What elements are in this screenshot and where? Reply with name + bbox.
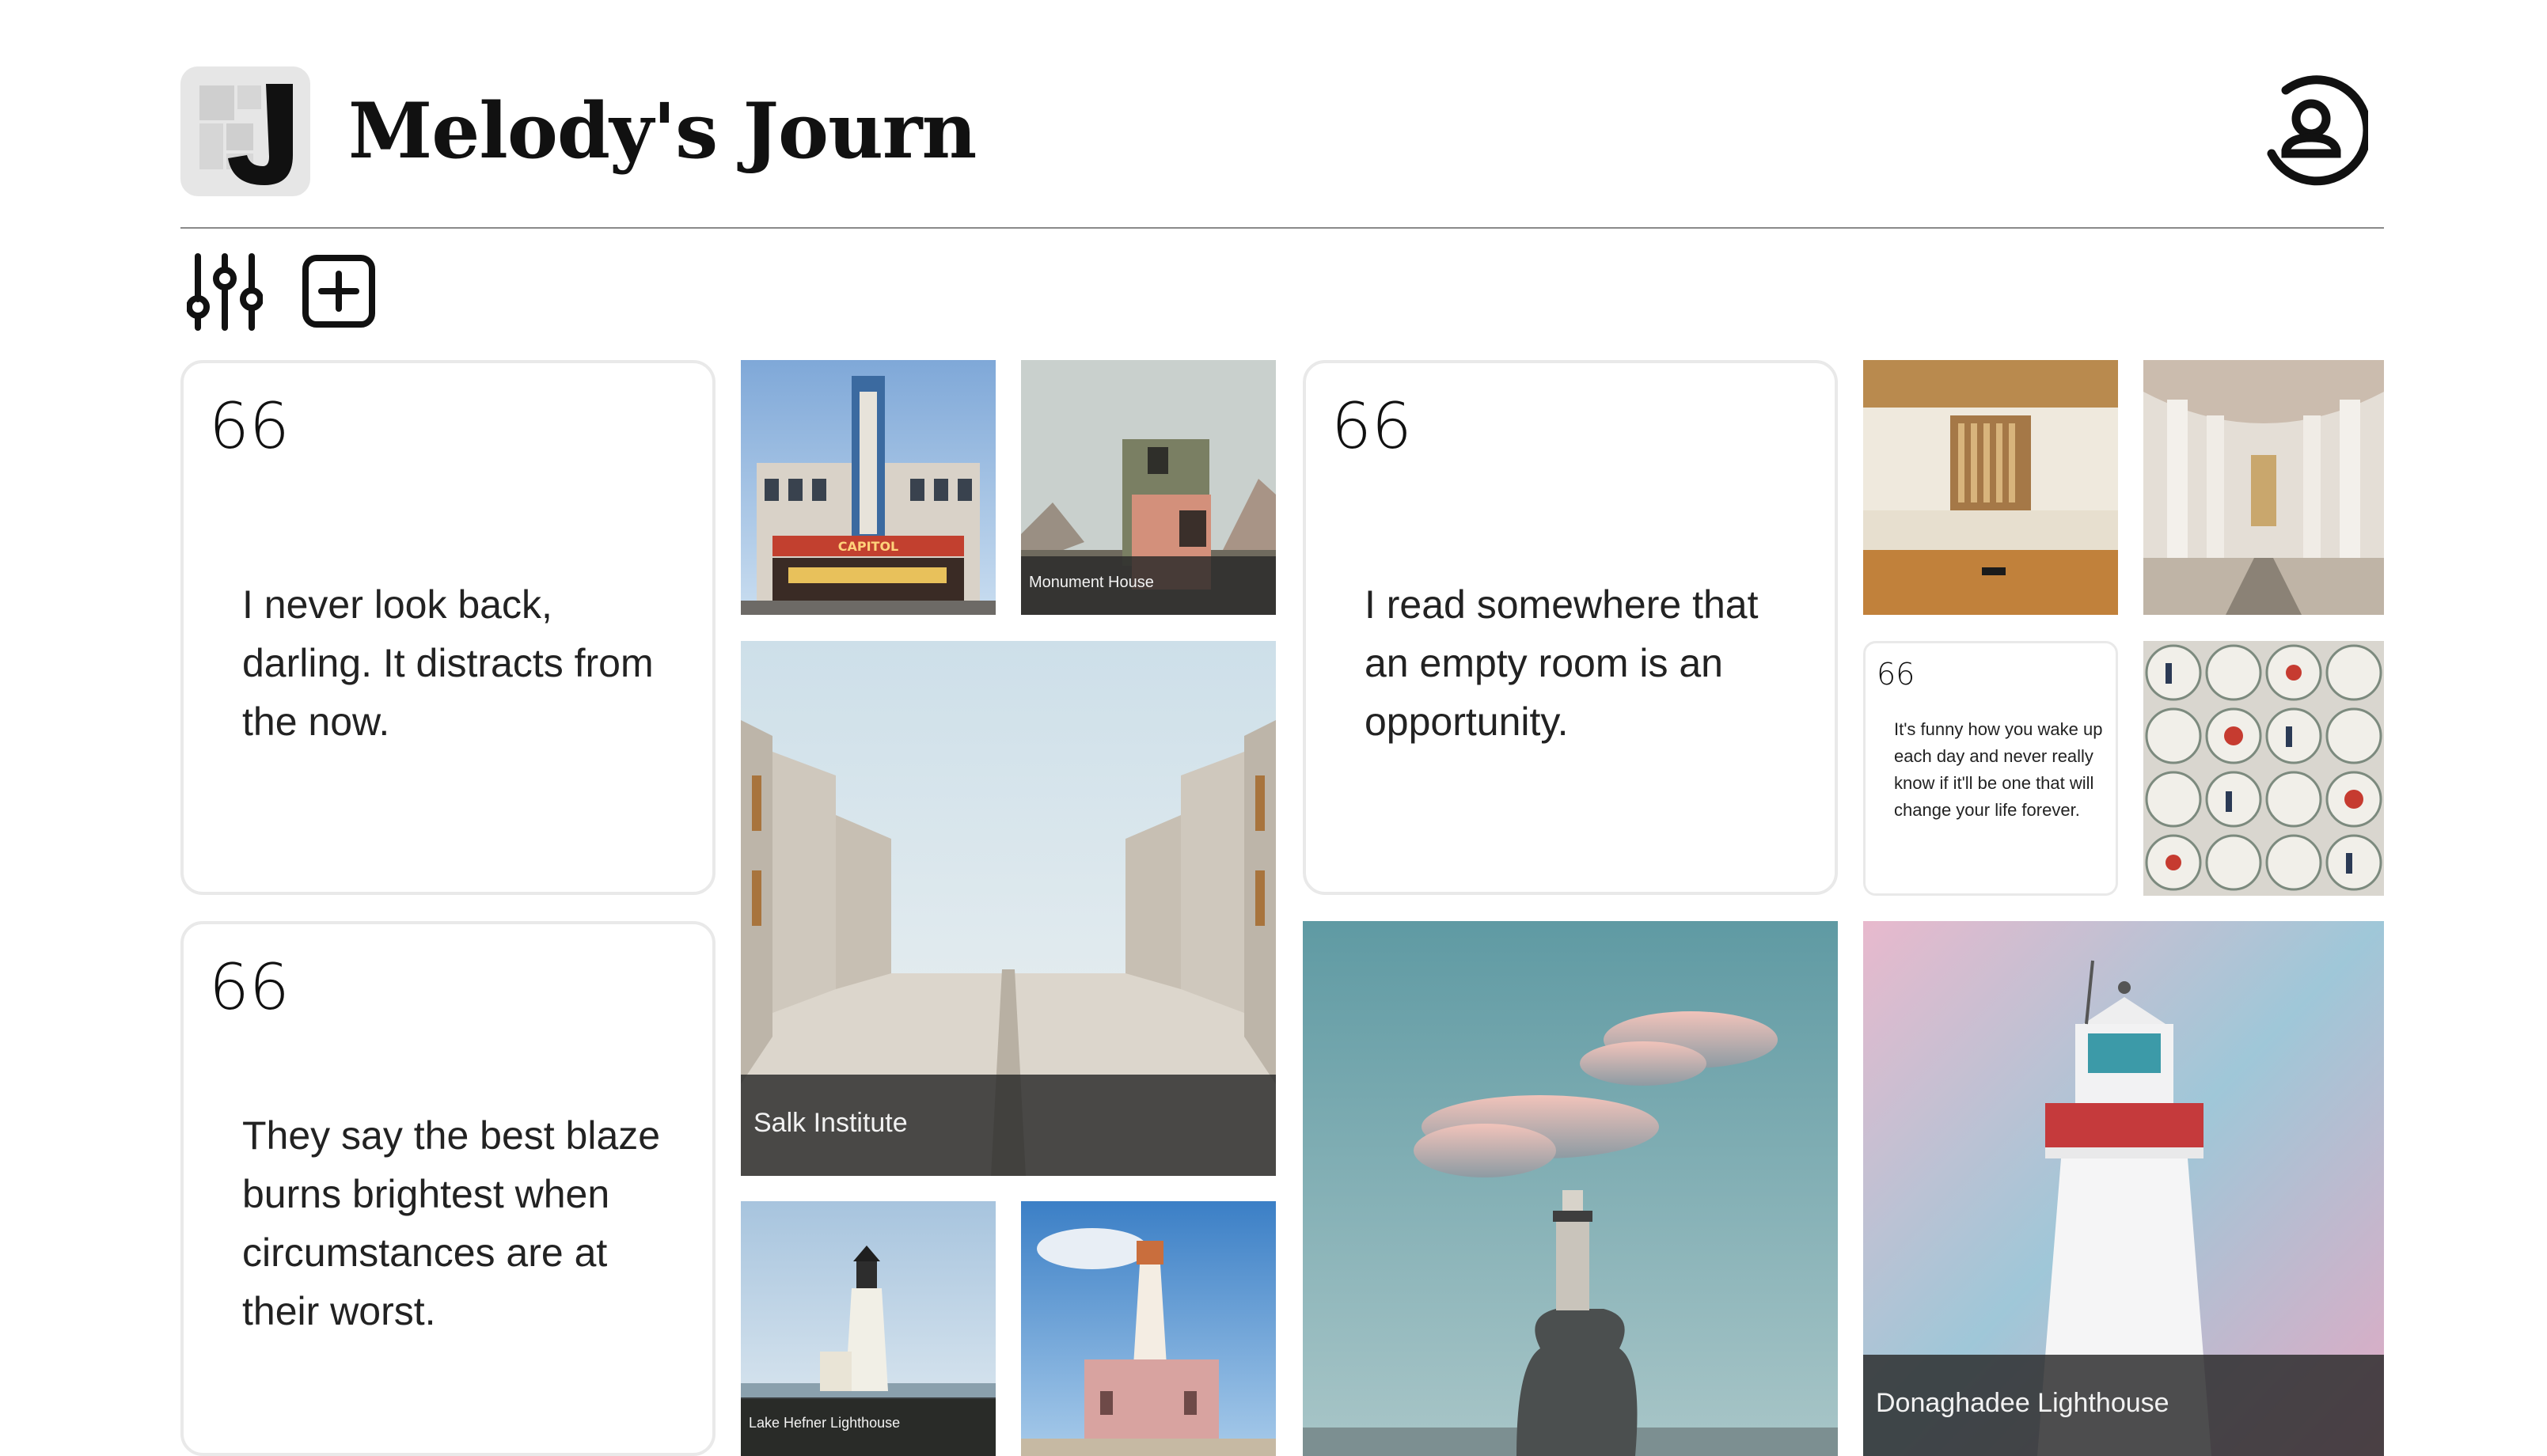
quote-text: It's funny how you wake up each day and …	[1894, 719, 2103, 820]
photo-caption: Lake Hefner Lighthouse	[741, 1397, 996, 1456]
quote-card[interactable]: 66 It's funny how you wake up each day a…	[1863, 641, 2118, 896]
quote-mark-icon: 66	[209, 389, 290, 463]
header-divider	[180, 227, 2384, 229]
photo-caption: Monument House	[1021, 556, 1276, 615]
quote-text: They say the best blaze burns brightest …	[242, 1113, 661, 1333]
photo-caption: Donaghadee Lighthouse	[1863, 1355, 2384, 1456]
photo-tile-donaghadee-lighthouse[interactable]: Donaghadee Lighthouse	[1863, 921, 2384, 1456]
photo-tile-cloud-lighthouse[interactable]	[1303, 921, 1838, 1456]
quote-mark-icon: 66	[1331, 389, 1412, 463]
quote-mark-icon: 66	[209, 950, 290, 1024]
quote-card[interactable]: 66 I read somewhere that an empty room i…	[1303, 360, 1838, 895]
quote-text: I read somewhere that an empty room is a…	[1365, 582, 1759, 744]
capitol-sign: CAPITOL	[838, 539, 899, 554]
photo-caption: Salk Institute	[741, 1075, 1276, 1176]
quote-text: I never look back, darling. It distracts…	[242, 582, 654, 744]
photo-tile-cathedral[interactable]	[2143, 360, 2384, 615]
journal-logo-icon[interactable]	[180, 66, 310, 196]
sliders-icon[interactable]	[186, 252, 264, 331]
journal-title: Melody's Journ	[348, 86, 977, 176]
user-circle-icon[interactable]	[2254, 73, 2372, 187]
quote-mark-icon: 66	[1877, 657, 1915, 692]
photo-tile-sake-barrels[interactable]	[2143, 641, 2384, 896]
photo-tile-concert-hall[interactable]	[1863, 360, 2118, 615]
photo-tile-lake-hefner-lighthouse[interactable]: Lake Hefner Lighthouse	[741, 1201, 996, 1456]
add-square-icon[interactable]	[301, 252, 377, 331]
quote-card[interactable]: 66 I never look back, darling. It distra…	[180, 360, 716, 895]
photo-tile-pink-lighthouse[interactable]	[1021, 1201, 1276, 1456]
photo-tile-capitol-theatre[interactable]: CAPITOL	[741, 360, 996, 615]
photo-tile-monument-house[interactable]: Monument House	[1021, 360, 1276, 615]
quote-card[interactable]: 66 They say the best blaze burns brighte…	[180, 921, 716, 1456]
photo-tile-salk-institute[interactable]: Salk Institute	[741, 641, 1276, 1176]
